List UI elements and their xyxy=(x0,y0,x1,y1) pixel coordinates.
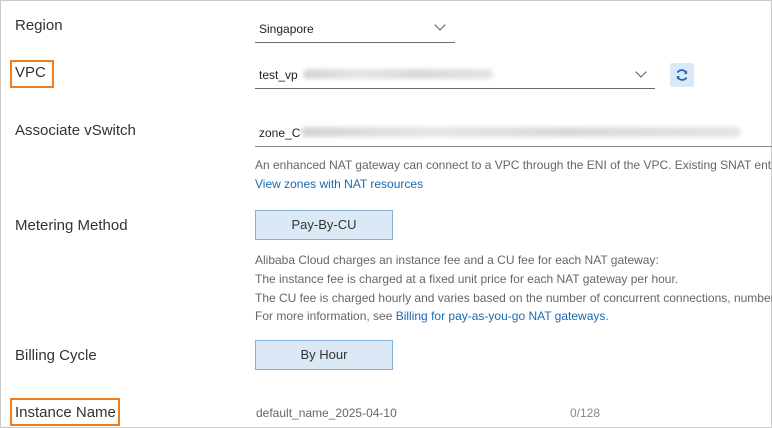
chevron-down-icon xyxy=(635,66,647,78)
metering-more-info: For more information, see Billing for pa… xyxy=(255,307,609,326)
more-info-suffix: . xyxy=(605,309,609,323)
by-hour-button[interactable]: By Hour xyxy=(255,340,393,370)
metering-label: Metering Method xyxy=(15,217,128,234)
instance-name-input[interactable]: default_name_2025-04-10 xyxy=(256,406,397,420)
region-label: Region xyxy=(15,17,63,34)
view-zones-link[interactable]: View zones with NAT resources xyxy=(255,175,423,194)
refresh-icon xyxy=(676,69,688,81)
vpc-refresh-button[interactable] xyxy=(670,63,694,87)
metering-help-line-3: The CU fee is charged hourly and varies … xyxy=(255,291,772,305)
vswitch-help-text: An enhanced NAT gateway can connect to a… xyxy=(255,158,772,172)
instance-name-label: Instance Name xyxy=(15,404,116,421)
vpc-value: test_vp xyxy=(259,68,298,82)
vswitch-value: zone_C xyxy=(259,126,301,140)
region-value: Singapore xyxy=(259,22,314,36)
metering-help-line-1: Alibaba Cloud charges an instance fee an… xyxy=(255,253,659,267)
vpc-redacted-text xyxy=(303,69,493,79)
vswitch-label: Associate vSwitch xyxy=(15,122,136,139)
vpc-select[interactable]: test_vp xyxy=(255,60,655,89)
metering-help-line-2: The instance fee is charged at a fixed u… xyxy=(255,272,679,286)
pay-by-cu-button[interactable]: Pay-By-CU xyxy=(255,210,393,240)
billing-cycle-label: Billing Cycle xyxy=(15,347,97,364)
vswitch-redacted-text xyxy=(301,127,741,137)
region-select[interactable]: Singapore xyxy=(255,14,455,43)
vpc-label: VPC xyxy=(15,64,46,81)
chevron-down-icon xyxy=(434,19,446,31)
more-info-prefix: For more information, see xyxy=(255,309,396,323)
billing-link[interactable]: Billing for pay-as-you-go NAT gateways xyxy=(396,309,606,323)
character-counter: 0/128 xyxy=(570,406,601,420)
vswitch-select[interactable]: zone_C xyxy=(255,118,772,147)
